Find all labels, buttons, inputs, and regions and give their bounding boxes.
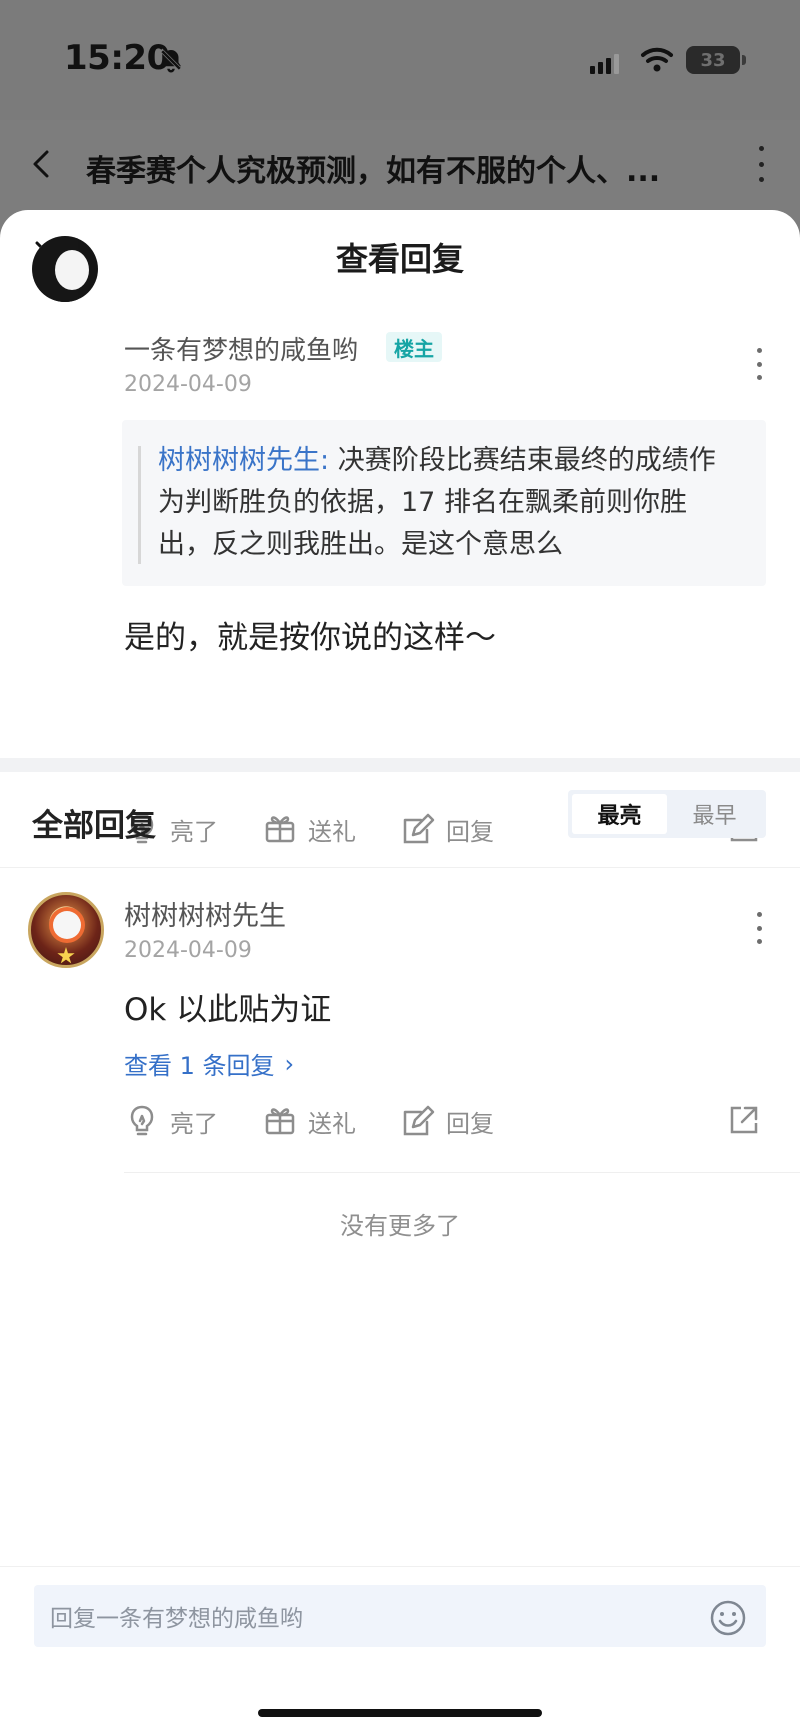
reply-like-button[interactable]: 亮了 (124, 1098, 218, 1144)
quoted-comment: 树树树树先生: 决赛阶段比赛结束最终的成绩作为判断胜负的依据，17 排名在飘柔前… (122, 420, 766, 586)
comment-more-icon[interactable] (752, 348, 766, 380)
sheet-header: 查看回复 (0, 210, 800, 304)
all-replies-title: 全部回复 (32, 808, 156, 844)
reply-input-bar: 回复一条有梦想的咸鱼哟 (0, 1566, 800, 1734)
reply-body: Ok 以此贴为证 (124, 992, 332, 1028)
section-divider (0, 758, 800, 772)
no-more-label: 没有更多了 (340, 1212, 460, 1240)
reply-more-icon[interactable] (752, 912, 766, 944)
reply-like-label: 亮了 (170, 1109, 218, 1138)
reply-share-icon[interactable] (726, 1102, 762, 1138)
more-icon[interactable] (752, 146, 770, 182)
wifi-icon (641, 47, 673, 72)
sort-brightest-tab[interactable]: 最亮 (572, 794, 667, 834)
sort-earliest-tab[interactable]: 最早 (667, 794, 762, 834)
quote-divider (138, 446, 141, 564)
reply-reply-label: 回复 (446, 1109, 494, 1138)
edit-icon (403, 1105, 435, 1136)
sort-toggle[interactable]: 最亮 最早 (568, 790, 766, 838)
host-badge: 楼主 (386, 332, 442, 362)
signal-icon (590, 54, 619, 74)
chevron-right-icon: › (284, 1049, 295, 1078)
sheet-title: 查看回复 (335, 240, 464, 278)
reply-avatar[interactable] (28, 892, 104, 968)
reply-gift-button[interactable]: 送礼 (262, 1098, 356, 1144)
reply-list-item: 树树树树先生 2024-04-09 Ok 以此贴为证 查看 1 条回复 › 亮了… (0, 868, 800, 1188)
reply-reply-button[interactable]: 回复 (400, 1098, 494, 1144)
lightbulb-icon (130, 1105, 154, 1136)
back-icon[interactable] (26, 146, 54, 182)
view-replies-label: 查看 1 条回复 (124, 1052, 275, 1080)
silent-bell-icon (159, 48, 183, 73)
gift-icon (265, 1108, 295, 1135)
reply-date: 2024-04-09 (124, 938, 252, 963)
reply-input[interactable]: 回复一条有梦想的咸鱼哟 (34, 1585, 766, 1647)
battery-indicator: 33 (686, 46, 746, 74)
author-avatar[interactable] (32, 236, 98, 302)
view-replies-link[interactable]: 查看 1 条回复 › (124, 1046, 294, 1081)
status-bar: 15:20 33 (0, 0, 800, 120)
reply-actions: 亮了 送礼 回复 (124, 1098, 764, 1144)
smile-icon[interactable] (709, 1599, 747, 1637)
topic-title: 春季赛个人究极预测，如有不服的个人、... (86, 154, 661, 186)
all-replies-header: 全部回复 最亮 最早 (0, 772, 800, 868)
main-reply-text: 是的，就是按你说的这样～ (124, 620, 496, 656)
home-indicator (258, 1709, 542, 1717)
reply-gift-label: 送礼 (308, 1109, 356, 1138)
comment-date: 2024-04-09 (124, 372, 252, 397)
comment-author[interactable]: 一条有梦想的咸鱼哟 (124, 330, 358, 367)
reply-author[interactable]: 树树树树先生 (124, 894, 286, 933)
quote-text: 树树树树先生: 决赛阶段比赛结束最终的成绩作为判断胜负的依据，17 排名在飘柔前… (158, 440, 738, 566)
quote-author[interactable]: 树树树树先生: (158, 445, 329, 476)
topic-top-bar: 春季赛个人究极预测，如有不服的个人、... (0, 120, 800, 210)
status-time: 15:20 (64, 38, 170, 78)
reply-divider (124, 1172, 800, 1173)
